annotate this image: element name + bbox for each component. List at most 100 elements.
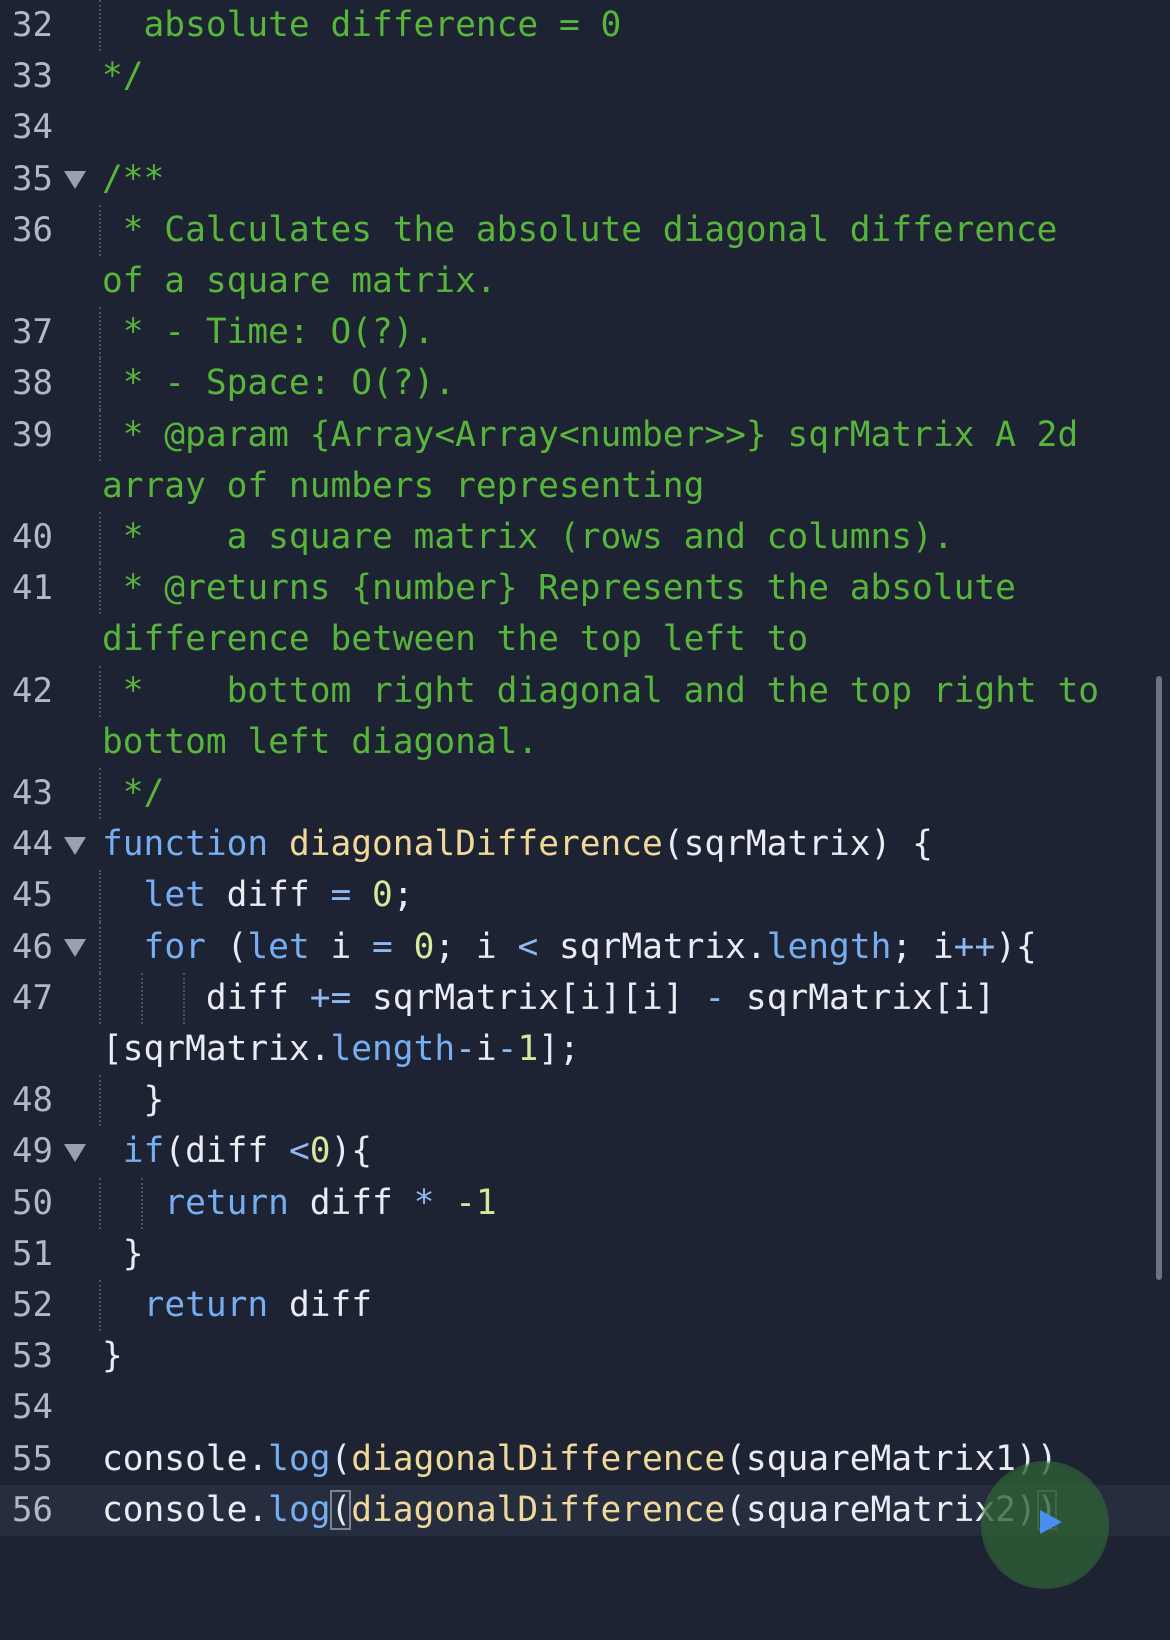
code-text: * @param {Array<Array<number>>} sqrMatri… bbox=[102, 410, 1078, 461]
code-line-33[interactable]: 33 */ bbox=[0, 51, 1170, 102]
line-number[interactable]: 40 bbox=[12, 512, 53, 563]
line-number[interactable]: 38 bbox=[12, 358, 53, 409]
code-token: i bbox=[309, 926, 373, 967]
play-icon[interactable] bbox=[1040, 1510, 1062, 1534]
code-text-wrapped: of a square matrix. bbox=[102, 256, 497, 307]
line-number[interactable]: 41 bbox=[12, 563, 53, 614]
fold-arrow-icon[interactable] bbox=[64, 1143, 86, 1162]
code-line-52[interactable]: 52 return diff bbox=[0, 1280, 1170, 1332]
code-line-32[interactable]: 32 absolute difference = 0 bbox=[0, 0, 1170, 52]
line-number[interactable]: 42 bbox=[12, 666, 53, 717]
code-line-47[interactable]: 47 diff += sqrMatrix[i][i] - sqrMatrix[i… bbox=[0, 972, 1170, 1075]
code-text: * @returns {number} Represents the absol… bbox=[102, 563, 1016, 614]
code-line-51[interactable]: 51 } bbox=[0, 1229, 1170, 1280]
code-token: /** bbox=[102, 158, 165, 199]
code-token: log bbox=[268, 1438, 331, 1479]
line-number[interactable]: 51 bbox=[12, 1229, 53, 1280]
indent-guide bbox=[99, 921, 101, 973]
code-token: * Calculates the absolute diagonal diffe… bbox=[102, 209, 1058, 250]
code-line-48[interactable]: 48 } bbox=[0, 1075, 1170, 1127]
code-line-34[interactable]: 34 bbox=[0, 102, 1170, 153]
line-number[interactable]: 54 bbox=[12, 1382, 53, 1433]
code-token: * - Space: O(?). bbox=[102, 363, 456, 404]
code-token: sqrMatrix. bbox=[538, 926, 767, 967]
code-token: length bbox=[766, 926, 892, 967]
fold-arrow-icon[interactable] bbox=[64, 171, 86, 190]
line-number[interactable]: 45 bbox=[12, 870, 53, 921]
code-text-wrapped: bottom left diagonal. bbox=[102, 717, 538, 768]
code-text: return diff * -1 bbox=[102, 1178, 496, 1229]
code-line-42[interactable]: 42 * bottom right diagonal and the top r… bbox=[0, 665, 1170, 768]
code-token: ; bbox=[392, 875, 414, 916]
line-number[interactable]: 32 bbox=[12, 0, 53, 51]
code-token: ( bbox=[205, 926, 248, 967]
code-line-40[interactable]: 40 * a square matrix (rows and columns). bbox=[0, 512, 1170, 564]
line-number[interactable]: 46 bbox=[12, 922, 53, 973]
indent-guide bbox=[99, 512, 101, 564]
code-token: ; i bbox=[434, 926, 518, 967]
line-number[interactable]: 39 bbox=[12, 410, 53, 461]
code-token: * a square matrix (rows and columns). bbox=[102, 517, 954, 557]
code-line-36[interactable]: 36 * Calculates the absolute diagonal di… bbox=[0, 204, 1170, 307]
code-line-37[interactable]: 37 * - Time: O(?). bbox=[0, 307, 1170, 359]
line-number[interactable]: 34 bbox=[12, 102, 53, 153]
line-number[interactable]: 44 bbox=[12, 819, 53, 870]
code-token: */ bbox=[102, 773, 165, 813]
line-number[interactable]: 33 bbox=[12, 51, 53, 102]
line-number[interactable]: 55 bbox=[12, 1434, 53, 1485]
code-token: } bbox=[102, 1080, 165, 1121]
fold-arrow-icon[interactable] bbox=[64, 836, 86, 855]
line-number[interactable]: 35 bbox=[12, 154, 53, 205]
line-number[interactable]: 43 bbox=[12, 768, 53, 819]
line-number[interactable]: 53 bbox=[12, 1331, 53, 1382]
code-line-53[interactable]: 53} bbox=[0, 1331, 1170, 1382]
code-token: ++ bbox=[953, 926, 996, 967]
line-number[interactable]: 49 bbox=[12, 1126, 53, 1177]
code-token: [sqrMatrix. bbox=[102, 1028, 331, 1069]
code-text: } bbox=[102, 1229, 144, 1280]
code-token: let bbox=[143, 875, 206, 916]
code-line-39[interactable]: 39 * @param {Array<Array<number>>} sqrMa… bbox=[0, 409, 1170, 512]
code-token: (sqrMatrix) { bbox=[662, 824, 933, 865]
code-line-35[interactable]: 35 /** bbox=[0, 154, 1170, 205]
line-number[interactable]: 56 bbox=[12, 1485, 53, 1536]
code-token: length bbox=[330, 1028, 456, 1069]
code-line-38[interactable]: 38 * - Space: O(?). bbox=[0, 358, 1170, 410]
code-line-41[interactable]: 41 * @returns {number} Represents the ab… bbox=[0, 563, 1170, 665]
code-line-49[interactable]: 49 if(diff <0){ bbox=[0, 1126, 1170, 1177]
code-token: * @returns {number} Represents the absol… bbox=[102, 568, 1016, 609]
code-line-44[interactable]: 44 function diagonalDifference(sqrMatrix)… bbox=[0, 819, 1170, 870]
code-line-45[interactable]: 45 let diff = 0; bbox=[0, 870, 1170, 922]
code-line-55[interactable]: 55 console.log(diagonalDifference(squareM… bbox=[0, 1434, 1170, 1485]
code-token: absolute difference = 0 bbox=[102, 5, 622, 45]
code-editor[interactable]: 32 absolute difference = 0 33 */34 35/** 36 … bbox=[0, 0, 1170, 1640]
code-token: diff bbox=[268, 1285, 373, 1325]
code-token: diagonalDifference bbox=[351, 1438, 726, 1479]
code-line-46[interactable]: 46 for (let i = 0; i < sqrMatrix.length;… bbox=[0, 921, 1170, 973]
line-number[interactable]: 48 bbox=[12, 1075, 53, 1126]
code-text: * bottom right diagonal and the top righ… bbox=[102, 666, 1099, 717]
line-number[interactable]: 47 bbox=[12, 973, 53, 1024]
code-token: ( bbox=[330, 1438, 352, 1479]
code-token: */ bbox=[102, 56, 144, 97]
line-number[interactable]: 37 bbox=[12, 307, 53, 358]
code-text: for (let i = 0; i < sqrMatrix.length; i+… bbox=[102, 922, 1037, 973]
code-line-50[interactable]: 50 return diff * -1 bbox=[0, 1177, 1170, 1229]
fold-arrow-icon[interactable] bbox=[64, 939, 86, 958]
line-number[interactable]: 52 bbox=[12, 1280, 53, 1331]
code-text: } bbox=[102, 1075, 165, 1126]
line-number[interactable]: 36 bbox=[12, 205, 53, 256]
code-token: = bbox=[330, 875, 352, 916]
line-number[interactable]: 50 bbox=[12, 1178, 53, 1229]
vertical-scrollbar[interactable] bbox=[1156, 676, 1162, 1280]
code-text: return diff bbox=[102, 1280, 372, 1331]
code-line-43[interactable]: 43 */ bbox=[0, 768, 1170, 820]
code-token: ; i bbox=[891, 926, 954, 967]
code-text: if(diff <0){ bbox=[102, 1126, 372, 1177]
code-token: if bbox=[122, 1131, 165, 1172]
code-token: (diff bbox=[164, 1131, 289, 1172]
code-line-54[interactable]: 54 bbox=[0, 1382, 1170, 1433]
